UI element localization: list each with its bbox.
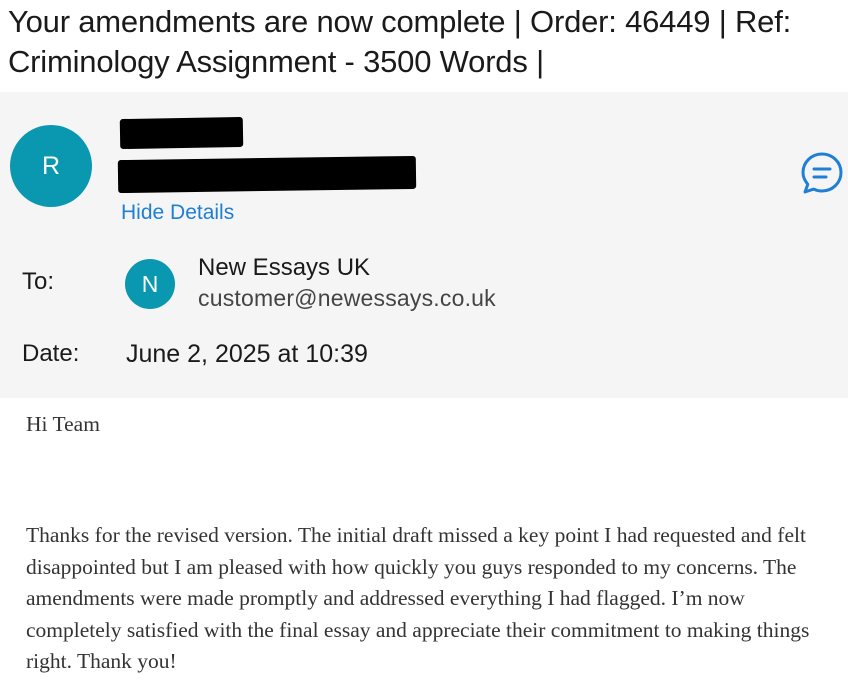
date-value: June 2, 2025 at 10:39 (126, 340, 368, 368)
date-label: Date: (22, 340, 80, 367)
recipient-email[interactable]: customer@newessays.co.uk (198, 285, 496, 312)
redacted-sender-email (117, 155, 417, 194)
to-label: To: (22, 268, 55, 295)
recipient-name[interactable]: New Essays UK (198, 254, 370, 282)
sender-avatar-initial: R (41, 151, 61, 180)
message-greeting: Hi Team (26, 412, 100, 436)
message-paragraph: Thanks for the revised version. The init… (26, 523, 810, 673)
recipient-avatar-initial: N (141, 270, 159, 297)
sender-avatar: R (10, 125, 92, 207)
chat-bubble-icon[interactable] (800, 151, 844, 195)
hide-details-link[interactable]: Hide Details (121, 201, 234, 225)
recipient-avatar: N (125, 259, 175, 309)
email-subject: Your amendments are now complete | Order… (8, 4, 792, 79)
redacted-sender-name (119, 116, 244, 150)
